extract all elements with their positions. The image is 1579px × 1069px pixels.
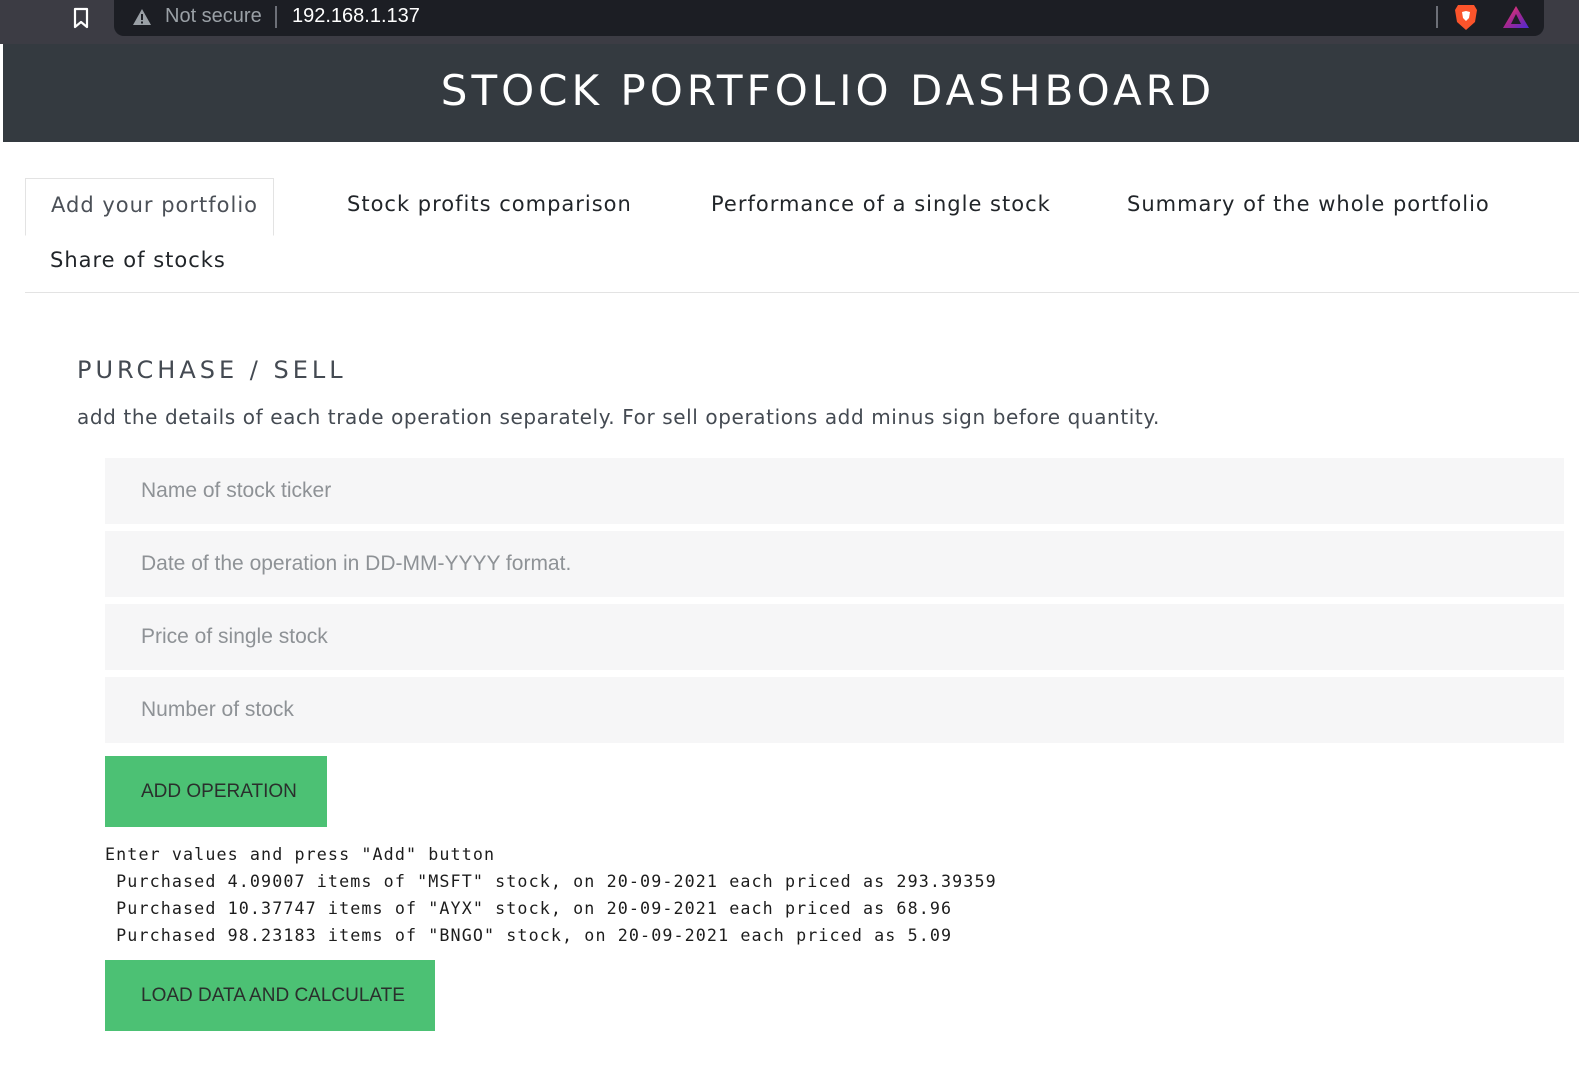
tab-add-your-portfolio[interactable]: Add your portfolio: [25, 178, 274, 236]
extensions-separator: [1436, 6, 1438, 28]
log-line: Purchased 4.09007 items of "MSFT" stock,…: [105, 871, 997, 891]
log-line: Purchased 10.37747 items of "AYX" stock,…: [105, 898, 953, 918]
address-bar[interactable]: Not secure 192.168.1.137: [114, 0, 1544, 36]
date-input[interactable]: [105, 531, 1564, 597]
site-header: STOCK PORTFOLIO DASHBOARD: [3, 44, 1579, 142]
browser-toolbar: Not secure 192.168.1.137: [0, 0, 1579, 44]
warning-icon[interactable]: [132, 8, 152, 26]
quantity-input[interactable]: [105, 677, 1564, 743]
tab-summary-whole-portfolio[interactable]: Summary of the whole portfolio: [1127, 192, 1490, 216]
url-text[interactable]: 192.168.1.137: [292, 5, 420, 28]
section-description: add the details of each trade operation …: [77, 405, 1160, 429]
address-separator: [275, 6, 277, 28]
add-operation-button[interactable]: ADD OPERATION: [105, 756, 327, 827]
log-line: Purchased 98.23183 items of "BNGO" stock…: [105, 925, 953, 945]
log-line: Enter values and press "Add" button: [105, 844, 496, 864]
page-title: STOCK PORTFOLIO DASHBOARD: [440, 66, 1216, 115]
bookmark-icon[interactable]: [72, 7, 90, 29]
tab-bar: Add your portfolio Stock profits compari…: [25, 178, 1579, 293]
security-label[interactable]: Not secure: [165, 5, 262, 28]
brave-shields-icon[interactable]: [1454, 3, 1478, 31]
operations-log: Enter values and press "Add" button Purc…: [105, 841, 997, 949]
tab-label: Add your portfolio: [51, 193, 259, 217]
tab-stock-profits-comparison[interactable]: Stock profits comparison: [347, 192, 632, 216]
section-title: PURCHASE / SELL: [77, 356, 347, 384]
ticker-input[interactable]: [105, 458, 1564, 524]
brave-rewards-icon[interactable]: [1502, 5, 1530, 29]
price-input[interactable]: [105, 604, 1564, 670]
load-data-calculate-button[interactable]: LOAD DATA AND CALCULATE: [105, 960, 435, 1031]
tab-share-of-stocks[interactable]: Share of stocks: [50, 248, 226, 272]
tab-performance-single-stock[interactable]: Performance of a single stock: [711, 192, 1051, 216]
